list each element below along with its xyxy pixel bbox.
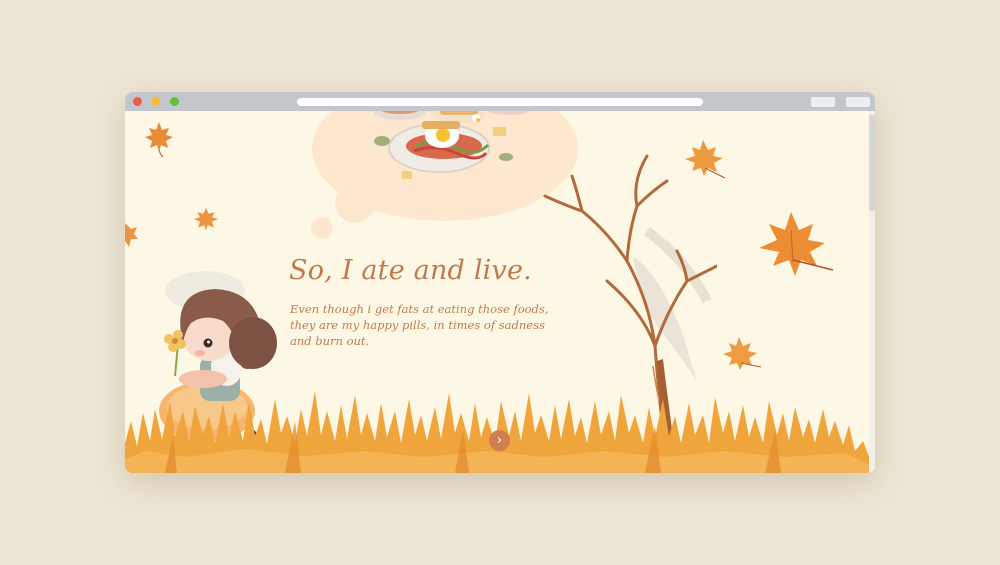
scrollbar[interactable] <box>869 111 875 473</box>
next-slide-button[interactable]: › <box>489 430 510 451</box>
maximize-window-button[interactable] <box>170 97 179 106</box>
page-viewport: So, I ate and live. Even though i get fa… <box>125 111 875 473</box>
hero-description: Even though i get fats at eating those f… <box>290 302 549 348</box>
grass-illustration <box>125 391 870 473</box>
maple-leaf-icon <box>193 207 219 231</box>
browser-titlebar <box>125 92 875 111</box>
scrollbar-thumb[interactable] <box>869 115 875 211</box>
address-bar[interactable] <box>297 98 703 106</box>
browser-window: So, I ate and live. Even though i get fa… <box>125 92 875 473</box>
maple-leaf-icon <box>125 223 138 247</box>
close-window-button[interactable] <box>133 97 142 106</box>
minimize-window-button[interactable] <box>151 97 160 106</box>
maple-leaf-icon <box>685 140 726 179</box>
maple-leaf-icon <box>145 122 173 158</box>
chevron-right-icon: › <box>496 433 503 448</box>
maple-leaf-icon <box>723 337 762 370</box>
maple-leaf-icon <box>759 212 834 276</box>
toolbar-button[interactable] <box>846 97 870 107</box>
hero-title: So, I ate and live. <box>289 255 532 286</box>
toolbar-button[interactable] <box>811 97 835 107</box>
